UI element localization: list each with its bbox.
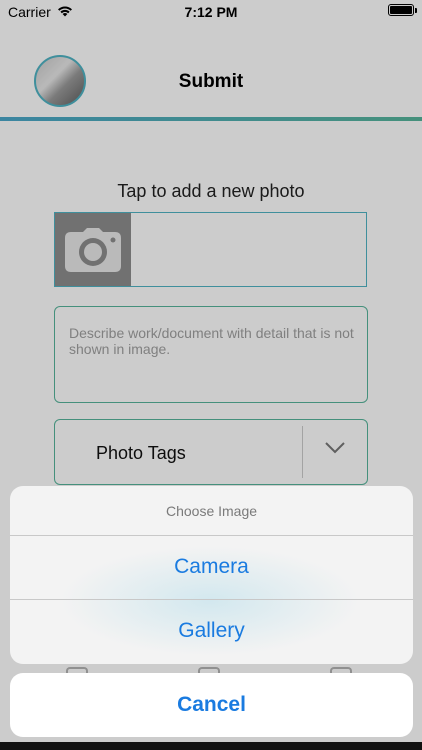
- action-sheet-title: Choose Image: [165, 503, 258, 519]
- divider: [10, 599, 413, 600]
- cancel-button[interactable]: Cancel: [10, 673, 413, 737]
- action-sheet: Choose Image Camera Gallery: [10, 486, 413, 664]
- camera-option-button[interactable]: Camera: [10, 555, 413, 579]
- divider: [10, 535, 413, 536]
- cancel-label: Cancel: [177, 693, 246, 716]
- bottom-strip: [0, 742, 422, 750]
- gallery-option-button[interactable]: Gallery: [10, 619, 413, 643]
